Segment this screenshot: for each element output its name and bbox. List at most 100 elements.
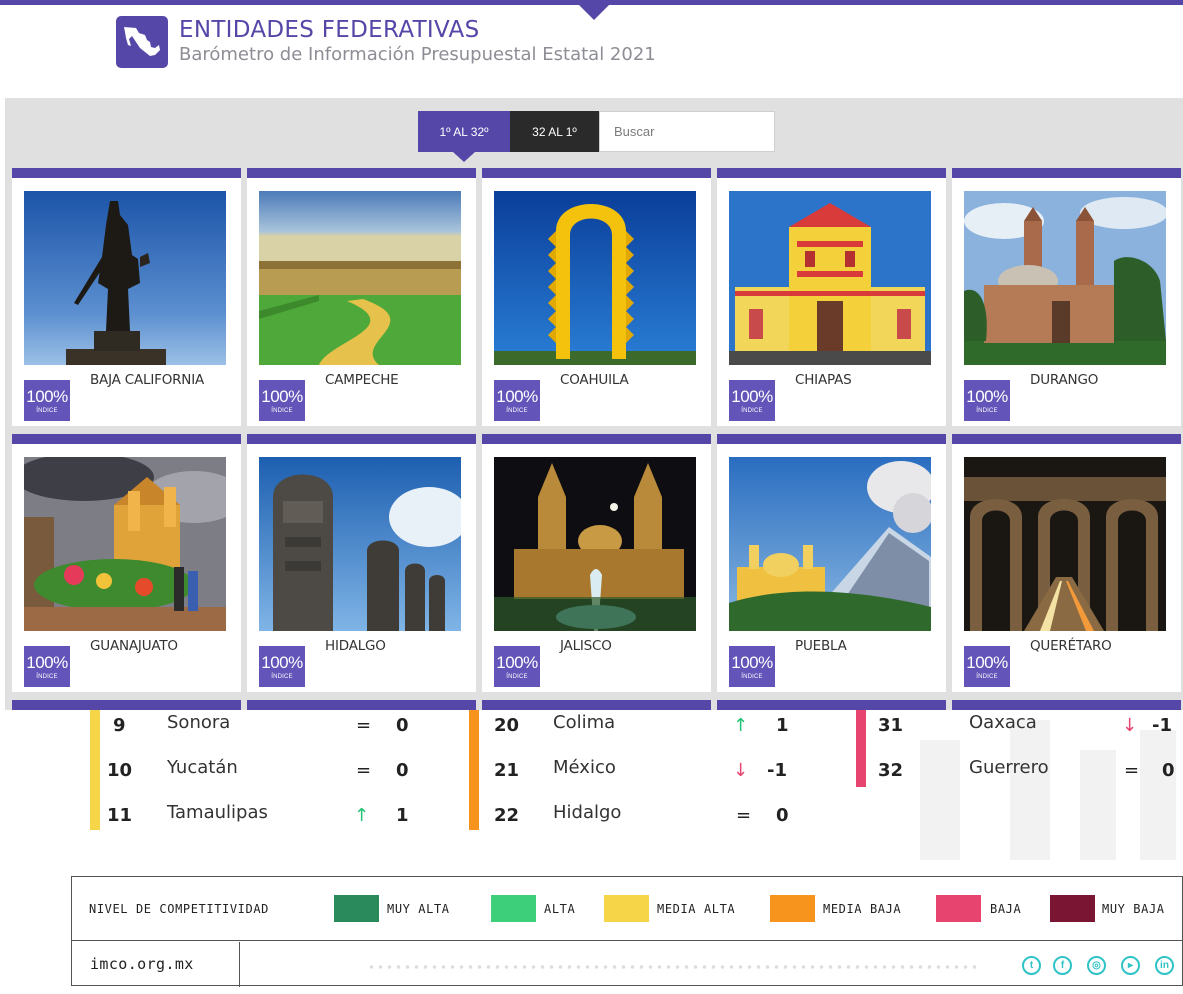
state-card-hidalgo[interactable]: HIDALGO 100% ÍNDICE <box>247 434 476 692</box>
state-card-chiapas[interactable]: CHIAPAS 100% ÍNDICE <box>717 168 946 426</box>
state-photo <box>494 191 696 365</box>
search-input[interactable] <box>599 111 775 152</box>
state-card-campeche[interactable]: CAMPECHE 100% ÍNDICE <box>247 168 476 426</box>
state-name: Yucatán <box>167 757 238 778</box>
equal-icon: = <box>736 805 752 826</box>
state-name: JALISCO <box>560 638 612 654</box>
state-name: GUANAJUATO <box>90 638 178 654</box>
sort-ascending-button[interactable]: 1º AL 32º <box>418 111 510 162</box>
score-label: ÍNDICE <box>271 408 293 414</box>
score-label: ÍNDICE <box>506 674 528 680</box>
decorative-dots <box>367 963 977 971</box>
state-card-coahuila[interactable]: COAHUILA 100% ÍNDICE <box>482 168 711 426</box>
state-photo <box>259 457 461 631</box>
score-value: 100% <box>261 387 303 406</box>
rank-number: 21 <box>494 760 520 781</box>
state-card-jalisco[interactable]: JALISCO 100% ÍNDICE <box>482 434 711 692</box>
competitiveness-legend: NIVEL DE COMPETITIVIDAD MUY ALTA ALTA ME… <box>71 876 1183 987</box>
rank-number: 20 <box>494 715 520 736</box>
rank-change: 0 <box>396 715 409 736</box>
score-value: 100% <box>496 653 538 672</box>
score-label: ÍNDICE <box>741 674 763 680</box>
state-name: COAHUILA <box>560 372 629 388</box>
state-photo <box>24 191 226 365</box>
score-badge: 100% ÍNDICE <box>259 380 305 421</box>
score-badge: 100% ÍNDICE <box>494 380 540 421</box>
state-photo <box>964 191 1166 365</box>
state-card-durango[interactable]: DURANGO 100% ÍNDICE <box>952 168 1181 426</box>
score-value: 100% <box>731 387 773 406</box>
card-top-bar <box>12 700 241 710</box>
state-photo <box>729 191 931 365</box>
footer-divider <box>239 942 240 987</box>
score-badge: 100% ÍNDICE <box>964 646 1010 687</box>
legend-swatch-media-alta <box>604 895 649 922</box>
instagram-icon[interactable]: ◎ <box>1087 956 1106 975</box>
sort-toolbar: 1º AL 32º 32 AL 1º <box>418 111 775 162</box>
state-card-queretaro[interactable]: QUERÉTARO 100% ÍNDICE <box>952 434 1181 692</box>
state-card-puebla[interactable]: PUEBLA 100% ÍNDICE <box>717 434 946 692</box>
facebook-icon[interactable]: f <box>1053 956 1072 975</box>
score-label: ÍNDICE <box>36 408 58 414</box>
score-value: 100% <box>26 387 68 406</box>
site-url-link[interactable]: imco.org.mx <box>90 955 194 973</box>
state-photo <box>24 457 226 631</box>
score-badge: 100% ÍNDICE <box>729 380 775 421</box>
rank-number: 22 <box>494 805 520 826</box>
youtube-icon[interactable]: ▸ <box>1121 956 1140 975</box>
sort-descending-button[interactable]: 32 AL 1º <box>510 111 599 152</box>
rank-change: 1 <box>776 715 789 736</box>
state-name: HIDALGO <box>325 638 386 654</box>
card-top-bar <box>952 700 1181 710</box>
score-value: 100% <box>731 653 773 672</box>
legend-label: MEDIA ALTA <box>657 902 736 916</box>
state-name: DURANGO <box>1030 372 1099 388</box>
rank-change: -1 <box>767 760 787 781</box>
decorative-bar <box>920 740 960 860</box>
state-photo <box>494 457 696 631</box>
score-badge: 100% ÍNDICE <box>964 380 1010 421</box>
decorative-bar <box>1010 720 1050 860</box>
state-photo <box>729 457 931 631</box>
score-label: ÍNDICE <box>741 408 763 414</box>
linkedin-icon[interactable]: in <box>1155 956 1174 975</box>
legend-label: BAJA <box>990 902 1022 916</box>
legend-swatch-muy-alta <box>334 895 379 922</box>
state-name: CHIAPAS <box>795 372 852 388</box>
twitter-icon[interactable]: t <box>1022 956 1041 975</box>
score-label: ÍNDICE <box>976 674 998 680</box>
arrow-up-icon: ↑ <box>733 715 749 736</box>
group-bar-media-baja <box>469 710 479 830</box>
state-name: QUERÉTARO <box>1030 638 1112 654</box>
group-bar-baja <box>856 710 866 787</box>
score-value: 100% <box>26 653 68 672</box>
equal-icon: = <box>356 760 372 781</box>
state-name: Guerrero <box>969 757 1049 778</box>
state-name: Oaxaca <box>969 712 1037 733</box>
score-label: ÍNDICE <box>976 408 998 414</box>
state-name: Colima <box>553 712 616 733</box>
decorative-bar <box>1080 750 1116 860</box>
state-card-guanajuato[interactable]: GUANAJUATO 100% ÍNDICE <box>12 434 241 692</box>
state-card-baja-california[interactable]: BAJA CALIFORNIA 100% ÍNDICE <box>12 168 241 426</box>
state-name: México <box>553 757 616 778</box>
arrow-down-icon: ↓ <box>733 760 749 781</box>
rank-change: 0 <box>396 760 409 781</box>
arrow-down-icon: ↓ <box>1122 715 1138 736</box>
legend-swatch-baja <box>936 895 981 922</box>
state-photo <box>259 191 461 365</box>
score-badge: 100% ÍNDICE <box>729 646 775 687</box>
page-title: ENTIDADES FEDERATIVAS <box>179 17 480 43</box>
page-subtitle: Barómetro de Información Presupuestal Es… <box>179 44 656 65</box>
rank-change: 0 <box>1162 760 1175 781</box>
state-photo <box>964 457 1166 631</box>
state-name: BAJA CALIFORNIA <box>90 372 205 388</box>
arrow-up-icon: ↑ <box>354 805 370 826</box>
page-header: ENTIDADES FEDERATIVAS Barómetro de Infor… <box>116 16 656 70</box>
score-badge: 100% ÍNDICE <box>24 646 70 687</box>
score-value: 100% <box>261 653 303 672</box>
rank-change: 0 <box>776 805 789 826</box>
card-top-bar <box>482 700 711 710</box>
legend-label: ALTA <box>544 902 576 916</box>
rank-number: 11 <box>107 805 133 826</box>
